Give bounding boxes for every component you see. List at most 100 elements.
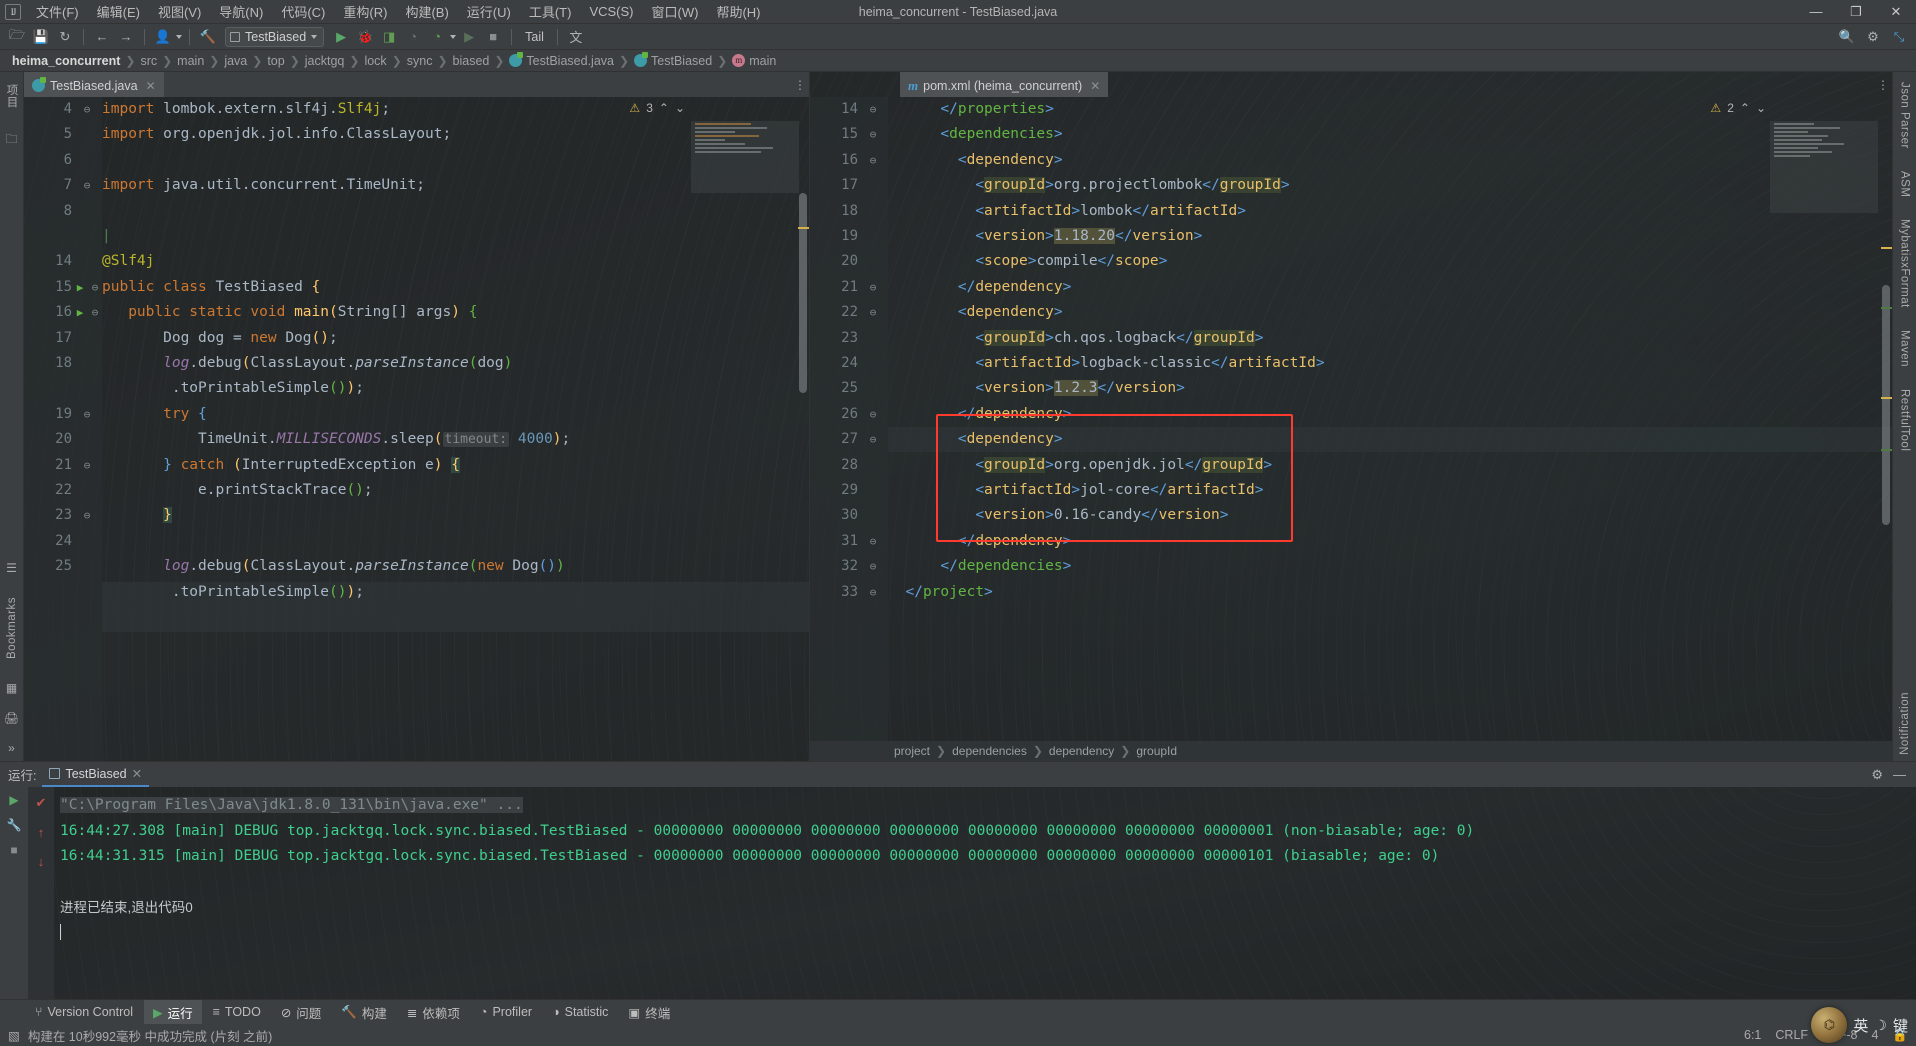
menu-build[interactable]: 构建(B) [396, 0, 457, 24]
chevron-up-icon[interactable]: ⌃ [1740, 101, 1750, 115]
xml-crumb-dependency[interactable]: dependency [1045, 744, 1118, 758]
menu-window[interactable]: 窗口(W) [643, 0, 708, 24]
ime-language[interactable]: 英 [1853, 1015, 1868, 1036]
fold-icon[interactable]: ⊖ [858, 97, 888, 122]
sidebar-item-bookmarks[interactable]: Bookmarks [6, 591, 18, 665]
ime-indicator[interactable]: ⌬ 英 ☽ 键 [1716, 1004, 1916, 1046]
fold-icon[interactable]: ⊖ [72, 402, 102, 427]
menu-file[interactable]: 文件(F) [27, 0, 88, 24]
java-inspection-widget[interactable]: ⚠ 3 ⌃ ⌄ [629, 101, 691, 115]
sync-icon[interactable]: ↻ [54, 27, 76, 47]
maximize-button[interactable]: ❐ [1836, 0, 1876, 24]
profile-run-icon[interactable]: ◔ [426, 27, 448, 47]
menu-refactor[interactable]: 重构(R) [334, 0, 396, 24]
fold-icon[interactable]: ⊖ [72, 173, 102, 198]
java-scrollbar[interactable] [797, 97, 809, 761]
breadcrumb-lock[interactable]: lock [360, 54, 390, 68]
back-icon[interactable]: ← [91, 27, 113, 47]
xml-code[interactable]: 14 ⊖ </properties> 15 ⊖ <dependencies> 1… [810, 97, 1892, 761]
up-arrow-icon[interactable]: ↑ [38, 825, 45, 840]
run-gutter-icon[interactable]: ▶ [72, 300, 88, 325]
gear-icon[interactable]: ⚙ [1862, 27, 1884, 47]
menu-tools[interactable]: 工具(T) [520, 0, 581, 24]
xml-editor-body[interactable]: 14 ⊖ </properties> 15 ⊖ <dependencies> 1… [810, 97, 1892, 761]
xml-crumb-dependencies[interactable]: dependencies [948, 744, 1031, 758]
close-icon[interactable]: ✕ [1090, 79, 1100, 93]
fold-icon[interactable]: ⊖ [72, 503, 102, 528]
menu-vcs[interactable]: VCS(S) [580, 1, 642, 22]
chevron-down-icon[interactable] [176, 34, 182, 39]
menu-code[interactable]: 代码(C) [272, 0, 334, 24]
java-editor-body[interactable]: 4 ⊖ import lombok.extern.slf4j.Slf4j; 5 … [24, 97, 809, 761]
grid-icon[interactable]: ▦ [6, 681, 17, 695]
run-configuration-selector[interactable]: TestBiased [225, 26, 325, 47]
fold-icon[interactable]: ⊖ [858, 122, 888, 147]
print-icon[interactable]: 🖨 [4, 711, 19, 725]
fold-icon[interactable]: ⊖ [858, 580, 888, 605]
toolwindow-version-control[interactable]: ⑂ Version Control [26, 1000, 142, 1025]
soft-wrap-icon[interactable]: ✔ [36, 795, 47, 811]
java-code[interactable]: 4 ⊖ import lombok.extern.slf4j.Slf4j; 5 … [24, 97, 809, 761]
minimize-icon[interactable]: — [1893, 767, 1906, 782]
rerun-icon[interactable]: ▶ [458, 27, 480, 47]
run-tab-testbiased[interactable]: TestBiased ✕ [42, 762, 150, 787]
toolwindow-build[interactable]: 🔨 构建 [332, 1000, 396, 1025]
close-icon[interactable]: ✕ [146, 79, 156, 93]
xml-crumb-groupid[interactable]: groupId [1132, 744, 1181, 758]
toolwindow-problems[interactable]: ⊘ 问题 [272, 1000, 331, 1025]
menu-edit[interactable]: 编辑(E) [88, 0, 149, 24]
breadcrumb-jacktgq[interactable]: jacktgq [301, 54, 349, 68]
fold-icon[interactable]: ⊖ [72, 97, 102, 122]
translate-icon[interactable]: 文 [565, 27, 587, 47]
menu-help[interactable]: 帮助(H) [707, 0, 769, 24]
menu-view[interactable]: 视图(V) [149, 0, 210, 24]
close-icon[interactable]: ✕ [132, 766, 142, 781]
breadcrumb-biased[interactable]: biased [449, 54, 494, 68]
favorites-icon[interactable]: 🗀 [5, 130, 17, 151]
open-icon[interactable]: 🗁 [6, 27, 28, 47]
sidebar-item-maven[interactable]: Maven [1899, 324, 1911, 373]
fold-icon[interactable]: ⊖ [858, 275, 888, 300]
menu-run[interactable]: 运行(U) [458, 0, 520, 24]
gear-icon[interactable]: ⚙ [1871, 767, 1883, 783]
breadcrumb-testbiased-class[interactable]: TestBiased [630, 52, 716, 68]
forward-icon[interactable]: → [115, 27, 137, 47]
search-icon[interactable]: 🔍 [1836, 27, 1858, 47]
tab-options-icon[interactable]: ⋮ [791, 72, 809, 97]
ime-moon-icon[interactable]: ☽ [1874, 1017, 1887, 1034]
chevron-down-icon[interactable] [450, 34, 457, 39]
fold-icon[interactable]: ⊖ [88, 300, 102, 325]
more-icon[interactable]: » [8, 741, 15, 761]
profile-icon[interactable]: 👤 [152, 27, 174, 47]
xml-crumb-project[interactable]: project [890, 744, 934, 758]
sidebar-item-project[interactable]: 项目 [4, 78, 20, 114]
toolwindow-terminal[interactable]: ▣ 终端 [619, 1000, 679, 1025]
fold-icon[interactable]: ⊖ [858, 300, 888, 325]
toolwindow-todo[interactable]: ≡ TODO [204, 1000, 270, 1025]
sidebar-item-json-parser[interactable]: Json Parser [1899, 76, 1911, 155]
fold-icon[interactable]: ⊖ [858, 402, 888, 427]
close-button[interactable]: ✕ [1876, 0, 1916, 24]
tail-button[interactable]: Tail [519, 30, 550, 44]
tab-pom-xml[interactable]: m pom.xml (heima_concurrent) ✕ [900, 72, 1109, 97]
xml-inspection-widget[interactable]: ⚠ 2 ⌃ ⌄ [1710, 101, 1772, 115]
toolwindow-run[interactable]: ▶ 运行 [143, 999, 202, 1025]
save-icon[interactable]: 💾 [30, 27, 52, 47]
ime-key-icon[interactable]: 键 [1893, 1015, 1908, 1036]
chevron-down-icon[interactable]: ⌄ [675, 101, 685, 115]
rerun-icon[interactable]: ▶ [9, 793, 18, 807]
debug-icon[interactable]: 🐞 [354, 27, 376, 47]
fold-icon[interactable]: ⊖ [858, 148, 888, 173]
build-icon[interactable]: 🔨 [197, 27, 219, 47]
menu-navigate[interactable]: 导航(N) [210, 0, 272, 24]
sidebar-item-mybatisxformat[interactable]: MybatisxFormat [1899, 213, 1911, 314]
fold-icon[interactable]: ⊖ [858, 529, 888, 554]
fold-icon[interactable]: ⊖ [858, 554, 888, 579]
sidebar-item-notification[interactable]: Notification [1899, 686, 1911, 761]
breadcrumb-sync[interactable]: sync [403, 54, 437, 68]
breadcrumb-src[interactable]: src [136, 54, 161, 68]
fold-icon[interactable]: ⊖ [858, 427, 888, 452]
run-icon[interactable]: ▶ [330, 27, 352, 47]
toolwindow-dependencies[interactable]: ≣ 依赖项 [398, 1000, 469, 1025]
breadcrumb-testbiased-java[interactable]: TestBiased.java [505, 52, 618, 68]
